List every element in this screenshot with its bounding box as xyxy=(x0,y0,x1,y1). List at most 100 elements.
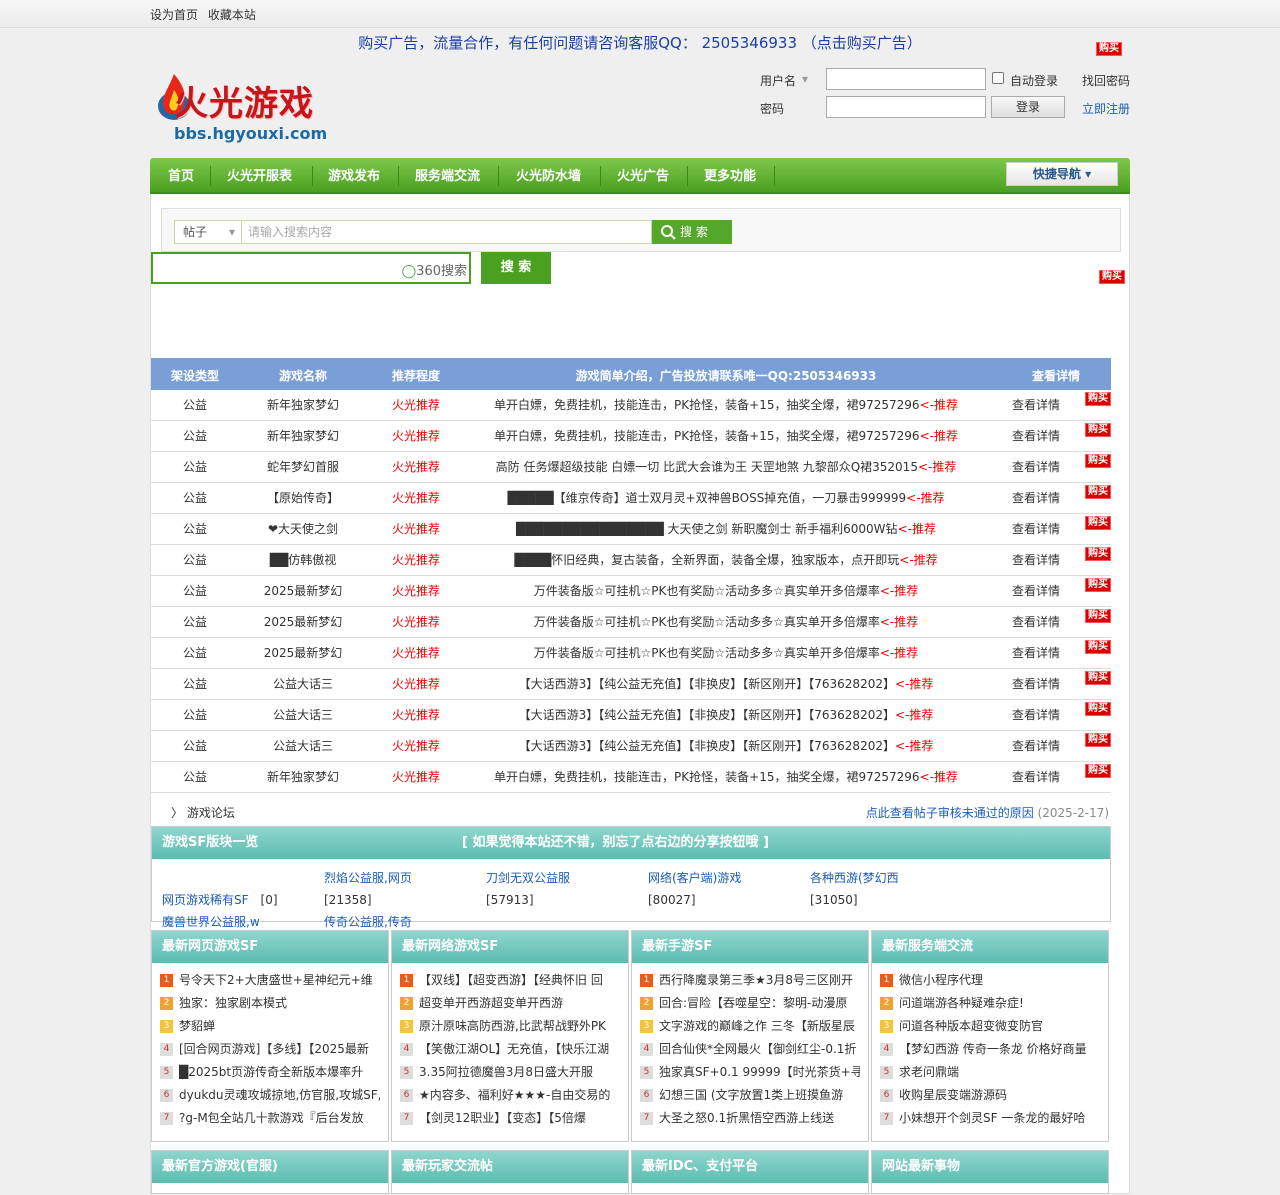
buy-ad-badge[interactable]: 购买 xyxy=(1085,702,1111,716)
site-logo[interactable]: 火光游戏 bbs.hgyouxi.com xyxy=(154,64,344,148)
row-detail-link[interactable]: 查看详情 xyxy=(991,545,1081,575)
row-detail-link[interactable]: 查看详情 xyxy=(991,700,1081,730)
row-intro[interactable]: 万件装备版☆可挂机☆PK也有奖励☆活动多多☆真实单开多倍爆率<-推荐 xyxy=(461,638,991,668)
nav-server-exchange[interactable]: 服务端交流 xyxy=(415,158,480,194)
password-input[interactable] xyxy=(826,96,986,118)
row-detail-link[interactable]: 查看详情 xyxy=(991,514,1081,544)
list-item[interactable]: 4 【笑傲江湖OL】无充值，【快乐江湖 xyxy=(400,1038,620,1061)
list-item[interactable]: 5 独家真SF+0.1 99999【时光茶货+寻 xyxy=(640,1061,860,1084)
list-item[interactable]: 3 原汁原味高防西游,比武帮战野外PK xyxy=(400,1015,620,1038)
row-game-name[interactable]: 公益大话三 xyxy=(243,700,363,730)
row-game-name[interactable]: 2025最新梦幻 xyxy=(243,607,363,637)
list-item[interactable]: 1 微信小程序代理 xyxy=(880,969,1100,992)
list-item[interactable]: 1 西行降魔录第三季★3月8号三区刚开 xyxy=(640,969,860,992)
row-intro[interactable]: 单开白嫖，免费挂机，技能连击，PK抢怪，装备+15，抽奖全爆，裙97257296… xyxy=(461,421,991,451)
list-item[interactable]: 6 ★内容多、福利好★★★-自由交易的 xyxy=(400,1084,620,1107)
list-item[interactable]: 6 幻想三国 (文字放置1类上班摸鱼游 xyxy=(640,1084,860,1107)
row-intro[interactable]: 单开白嫖，免费挂机，技能连击，PK抢怪，装备+15，抽奖全爆，裙97257296… xyxy=(461,762,991,792)
row-game-name[interactable]: 公益大话三 xyxy=(243,669,363,699)
row-detail-link[interactable]: 查看详情 xyxy=(991,607,1081,637)
row-detail-link[interactable]: 查看详情 xyxy=(991,638,1081,668)
row-detail-link[interactable]: 查看详情 xyxy=(991,483,1081,513)
buy-ad-badge[interactable]: 购买 xyxy=(1085,764,1111,778)
row-detail-link[interactable]: 查看详情 xyxy=(991,669,1081,699)
dropdown-icon[interactable]: ▾ xyxy=(802,72,808,86)
list-item[interactable]: 6 收购星辰变端游源码 xyxy=(880,1084,1100,1107)
list-item[interactable]: 2 独家：独家剧本模式 xyxy=(160,992,380,1015)
search-type-select[interactable]: 帖子 ▾ xyxy=(174,220,242,244)
list-item[interactable]: 4 回合仙侠*全网最火【御剑红尘-0.1折 xyxy=(640,1038,860,1061)
buy-ad-badge[interactable]: 购买 xyxy=(1085,454,1111,468)
buy-ad-badge[interactable]: 购买 xyxy=(1085,516,1111,530)
row-game-name[interactable]: 新年独家梦幻 xyxy=(243,390,363,420)
row-intro[interactable]: 【大话西游3】【纯公益无充值】【非换皮】【新区刚开】【763628202】<-推… xyxy=(461,669,991,699)
audit-reason-link[interactable]: 点此查看帖子审核未通过的原因 (2025-2-17) xyxy=(866,804,1109,821)
row-intro[interactable]: 【大话西游3】【纯公益无充值】【非换皮】【新区刚开】【763628202】<-推… xyxy=(461,731,991,761)
username-input[interactable] xyxy=(826,68,986,90)
buy-ad-badge[interactable]: 购买 xyxy=(1085,640,1111,654)
list-item[interactable]: 3 梦貂蝉 xyxy=(160,1015,380,1038)
row-detail-link[interactable]: 查看详情 xyxy=(991,421,1081,451)
search-360-button[interactable]: 搜 索 xyxy=(481,252,551,284)
row-game-name[interactable]: ██仿韩傲视 xyxy=(243,545,363,575)
set-home-link[interactable]: 设为首页 xyxy=(150,8,198,22)
nav-home[interactable]: 首页 xyxy=(168,158,194,194)
forum-section-link[interactable]: 刀剑无双公益服[57913] xyxy=(486,867,636,911)
list-item[interactable]: 3 问道各种版本超变微变防官 xyxy=(880,1015,1100,1038)
login-button[interactable]: 登录 xyxy=(991,96,1065,118)
row-intro[interactable]: 单开白嫖，免费挂机，技能连击，PK抢怪，装备+15，抽奖全爆，裙97257296… xyxy=(461,390,991,420)
buy-ad-badge[interactable]: 购买 xyxy=(1085,671,1111,685)
row-game-name[interactable]: 新年独家梦幻 xyxy=(243,762,363,792)
search-button[interactable]: 搜 索 xyxy=(652,220,732,244)
forum-section-link[interactable]: 网页游戏稀有SF [0] xyxy=(162,889,312,911)
list-item[interactable]: 7 小妹想开个剑灵SF 一条龙的最好哈 xyxy=(880,1107,1100,1130)
row-detail-link[interactable]: 查看详情 xyxy=(991,452,1081,482)
row-intro[interactable]: 高防 任务爆超级技能 白嫖一切 比武大会谁为王 天罡地煞 九黎部众Q裙35201… xyxy=(461,452,991,482)
find-password-link[interactable]: 找回密码 xyxy=(1082,72,1130,89)
ad-text-link[interactable]: 购买广告，流量合作，有任何问题请咨询客服QQ： 2505346933 （点击购买… xyxy=(358,34,922,52)
nav-more[interactable]: 更多功能 xyxy=(704,158,756,194)
buy-ad-badge[interactable]: 购买 xyxy=(1085,485,1111,499)
list-item[interactable]: 7 【剑灵12职业】【变态】【5倍爆 xyxy=(400,1107,620,1130)
list-item[interactable]: 5 3.35阿拉德魔兽3月8日盛大开服 xyxy=(400,1061,620,1084)
buy-ad-badge[interactable]: 购买 xyxy=(1099,270,1125,284)
forum-section-link[interactable]: 网络(客户端)游戏[80027] xyxy=(648,867,798,911)
register-link[interactable]: 立即注册 xyxy=(1082,100,1130,117)
row-detail-link[interactable]: 查看详情 xyxy=(991,731,1081,761)
list-item[interactable]: 2 问道端游各种疑难杂症! xyxy=(880,992,1100,1015)
buy-ad-badge[interactable]: 购买 xyxy=(1085,423,1111,437)
row-game-name[interactable]: 【原始传奇】 xyxy=(243,483,363,513)
nav-firewall[interactable]: 火光防水墙 xyxy=(516,158,581,194)
nav-ads[interactable]: 火光广告 xyxy=(617,158,669,194)
row-game-name[interactable]: 新年独家梦幻 xyxy=(243,421,363,451)
row-detail-link[interactable]: 查看详情 xyxy=(991,762,1081,792)
search-360-input[interactable]: ◯360搜索 xyxy=(151,252,471,284)
buy-ad-badge[interactable]: 购买 xyxy=(1085,578,1111,592)
row-intro[interactable]: █████【维京传奇】道士双月灵+双神兽BOSS掉充值，一刀暴击999999<-… xyxy=(461,483,991,513)
add-favorite-link[interactable]: 收藏本站 xyxy=(208,8,256,22)
forum-section-link[interactable]: 烈焰公益服,网页[21358] xyxy=(324,867,474,911)
search-input[interactable]: 请输入搜索内容 xyxy=(242,220,652,244)
buy-ad-badge[interactable]: 购买 xyxy=(1085,547,1111,561)
buy-ad-badge[interactable]: 购买 xyxy=(1096,42,1122,56)
list-item[interactable]: 7 大圣之怒0.1折黑悟空西游上线送 xyxy=(640,1107,860,1130)
list-item[interactable]: 5 █2025bt页游传奇全新版本爆率升 xyxy=(160,1061,380,1084)
quick-nav-button[interactable]: 快捷导航 ▾ xyxy=(1006,162,1118,186)
auto-login-label[interactable]: 自动登录 xyxy=(1010,72,1058,89)
forum-section-link[interactable]: 各种西游(梦幻西[31050] xyxy=(810,867,960,911)
forum-breadcrumb[interactable]: 〉 游戏论坛 xyxy=(171,804,235,821)
buy-ad-badge[interactable]: 购买 xyxy=(1085,392,1111,406)
list-item[interactable]: 6 dyukdu灵魂攻城掠地,仿官服,攻城SF, xyxy=(160,1084,380,1107)
row-detail-link[interactable]: 查看详情 xyxy=(991,390,1081,420)
list-item[interactable]: 2 回合:冒险【吞噬星空：黎明-动漫原 xyxy=(640,992,860,1015)
row-intro[interactable]: ████怀旧经典，复古装备，全新界面，装备全爆，独家版本，点开即玩<-推荐 xyxy=(461,545,991,575)
row-intro[interactable]: 【大话西游3】【纯公益无充值】【非换皮】【新区刚开】【763628202】<-推… xyxy=(461,700,991,730)
row-intro[interactable]: 万件装备版☆可挂机☆PK也有奖励☆活动多多☆真实单开多倍爆率<-推荐 xyxy=(461,607,991,637)
row-game-name[interactable]: 蛇年梦幻首服 xyxy=(243,452,363,482)
row-intro[interactable]: ████████████████ 大天使之剑 新职魔剑士 新手福利6000W钻<… xyxy=(461,514,991,544)
list-item[interactable]: 4 【梦幻西游 传奇一条龙 价格好商量 xyxy=(880,1038,1100,1061)
list-item[interactable]: 1 号令天下2+大唐盛世+星神纪元+维 xyxy=(160,969,380,992)
list-item[interactable]: 1 【双线】【超变西游】【经典怀旧 回 xyxy=(400,969,620,992)
row-game-name[interactable]: 2025最新梦幻 xyxy=(243,638,363,668)
row-game-name[interactable]: ❤大天使之剑 xyxy=(243,514,363,544)
